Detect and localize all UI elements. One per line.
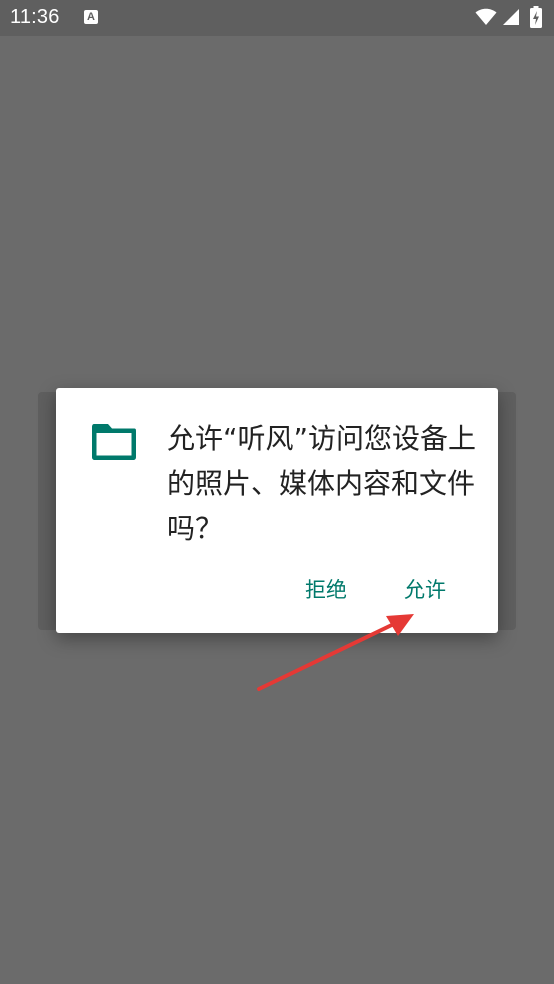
battery-charging-icon [530, 6, 542, 28]
wifi-icon [475, 8, 497, 25]
status-bar: 11:36 A [0, 0, 554, 36]
dialog-message: 允许“听风”访问您设备上的照片、媒体内容和文件吗？ [167, 422, 477, 545]
status-time: 11:36 [10, 6, 60, 28]
signal-icon [503, 9, 519, 25]
folder-icon [92, 424, 136, 460]
notification-app-icon: A [84, 10, 98, 24]
deny-button[interactable]: 拒绝 [305, 574, 347, 604]
allow-button[interactable]: 允许 [404, 574, 446, 604]
permission-dialog: 允许“听风”访问您设备上的照片、媒体内容和文件吗？ 拒绝 允许 [56, 388, 498, 633]
